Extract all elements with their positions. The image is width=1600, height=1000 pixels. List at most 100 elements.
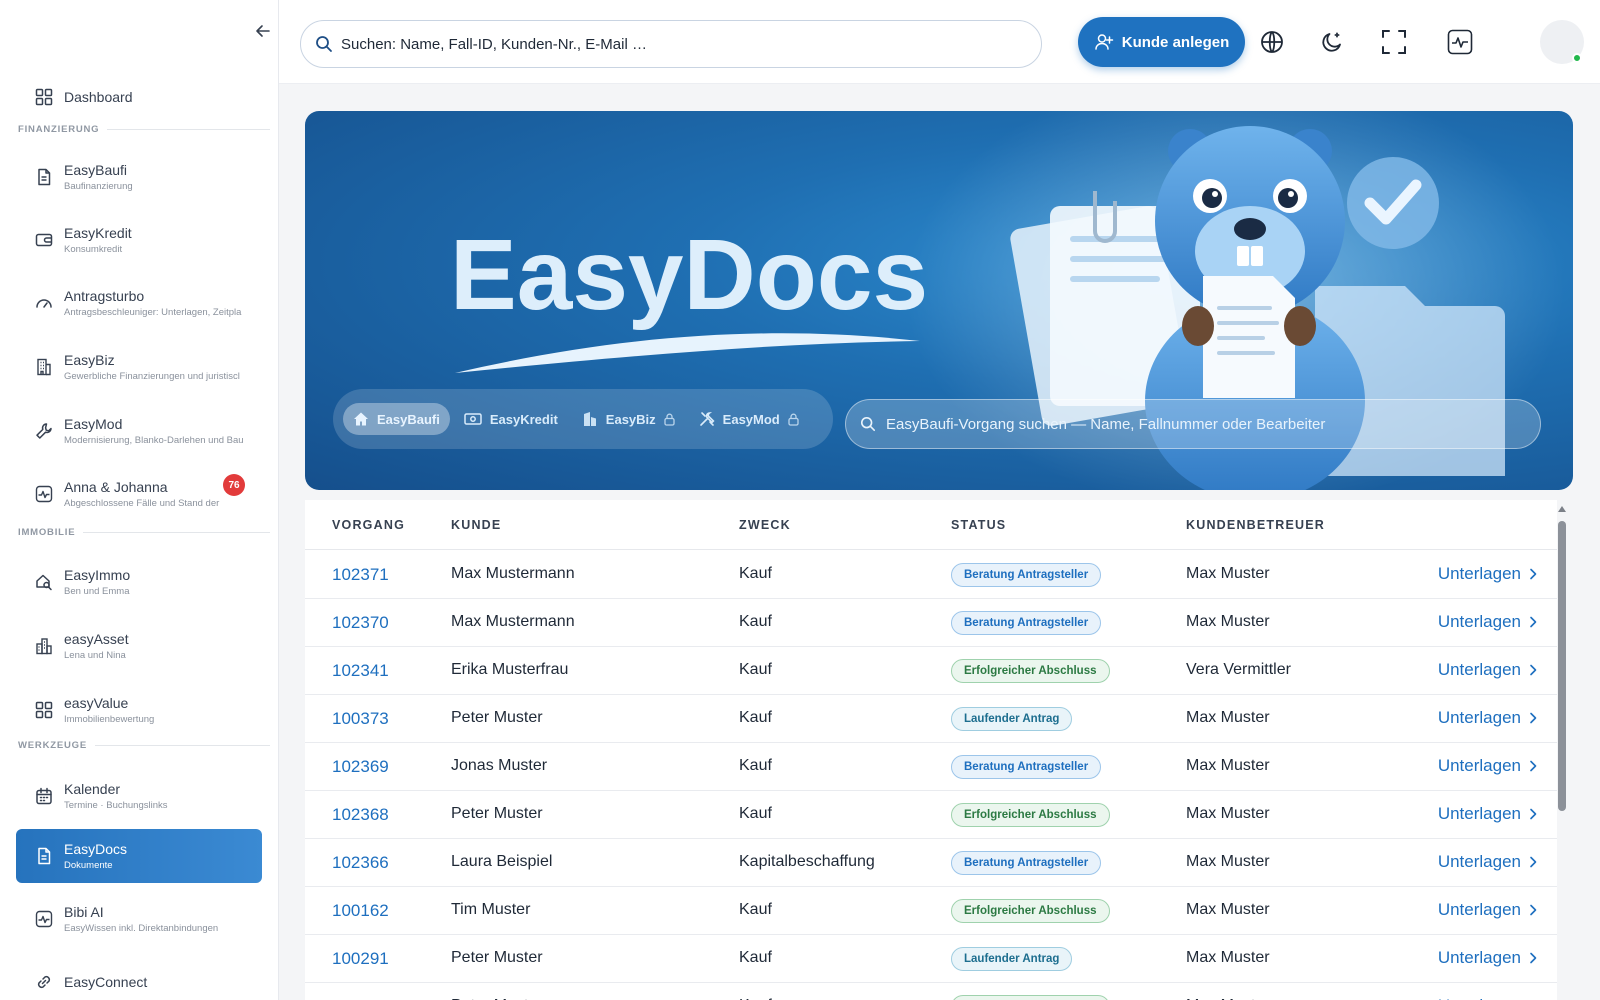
product-tab-easykredit[interactable]: EasyKredit: [454, 403, 568, 435]
table-row[interactable]: 102371 Max Mustermann Kauf Beratung Antrags…: [305, 551, 1557, 599]
advisor-name: Max Muster: [1186, 613, 1270, 630]
sidebar-item-label: Dashboard: [64, 88, 133, 105]
chevron-right-icon: [1530, 952, 1537, 964]
sidebar-item-easybiz[interactable]: EasyBiz Gewerbliche Finanzierungen und ju…: [16, 340, 262, 394]
case-id-link[interactable]: 100162: [332, 901, 389, 921]
sidebar-item-label: Kalender: [64, 780, 121, 797]
column-header[interactable]: VORGANG: [332, 518, 405, 532]
sidebar-item-subtitle: Ben und Emma: [64, 585, 130, 597]
table-row[interactable]: 102341 Erika Musterfrau Kauf Erfolgreicher …: [305, 647, 1557, 695]
sidebar-item-easyimmo[interactable]: EasyImmo Ben und Emma: [16, 555, 262, 609]
sidebar-item-label: EasyDocs: [64, 840, 128, 857]
search-input[interactable]: [341, 35, 1021, 53]
documents-link[interactable]: Unterlagen: [1438, 708, 1537, 728]
customer-name: Erika Musterfrau: [451, 661, 569, 678]
documents-link[interactable]: Unterlagen: [1438, 564, 1537, 584]
sidebar-item-easymod[interactable]: EasyMod Modernisierung, Blanko-Darlehen u…: [16, 404, 262, 458]
documents-link[interactable]: Unterlagen: [1438, 996, 1537, 1000]
sidebar-item-label: EasyBiz: [64, 351, 115, 368]
global-search[interactable]: [300, 20, 1042, 68]
collapse-sidebar-button[interactable]: [252, 20, 274, 42]
case-id-link[interactable]: 102366: [332, 853, 389, 873]
advisor-name: Max Muster: [1186, 757, 1270, 774]
product-tab-label: EasyKredit: [489, 411, 558, 427]
scroll-up-arrow[interactable]: [1556, 505, 1568, 515]
table-row[interactable]: 100162 Tim Muster Kauf Erfolgreicher Abschl…: [305, 887, 1557, 935]
documents-link[interactable]: Unterlagen: [1438, 900, 1537, 920]
case-search[interactable]: [845, 399, 1541, 449]
case-id-link[interactable]: 102371: [332, 565, 389, 585]
advisor-name: Max Muster: [1186, 853, 1270, 870]
documents-link[interactable]: Unterlagen: [1438, 612, 1537, 632]
case-id-link[interactable]: 100291: [332, 949, 389, 969]
documents-link-label: Unterlagen: [1437, 612, 1521, 631]
product-tab-label: EasyBiz: [605, 411, 656, 427]
case-search-input[interactable]: [886, 415, 1526, 433]
sidebar-item-subtitle: Abgeschlossene Fälle und Stand der: [64, 497, 220, 509]
sidebar-item-easyconnect[interactable]: EasyConnect: [16, 955, 262, 1000]
table-row[interactable]: 100291 Peter Muster Kauf Laufender Antrag Ma…: [305, 935, 1557, 983]
language-button[interactable]: [1258, 28, 1286, 56]
sidebar-item-easykredit[interactable]: EasyKredit Konsumkredit: [16, 213, 262, 267]
product-tab-easymod[interactable]: EasyMod: [689, 403, 809, 435]
product-tab-easybaufi[interactable]: EasyBaufi: [343, 403, 450, 435]
sidebar-item-kalender[interactable]: Kalender Termine · Buchungslinks: [16, 769, 262, 823]
sidebar-item-subtitle: Lena und Nina: [64, 649, 126, 661]
fullscreen-button[interactable]: [1380, 28, 1408, 56]
chevron-right-icon: [1530, 616, 1537, 628]
product-tab-label: EasyBaufi: [377, 411, 440, 427]
documents-link-label: Unterlagen: [1437, 948, 1521, 967]
status-badge: Beratung Antragsteller: [951, 755, 1102, 779]
scrollbar-thumb[interactable]: [1558, 521, 1566, 811]
sidebar-item-easybaufi[interactable]: EasyBaufi Baufinanzierung: [16, 150, 262, 204]
advisor-name: Max Muster: [1186, 565, 1270, 582]
case-id-link[interactable]: 102369: [332, 757, 389, 777]
purpose: Kapitalbeschaffung: [739, 853, 875, 870]
customer-name: Peter Muster: [451, 805, 543, 822]
sidebar-item-dashboard[interactable]: Dashboard: [16, 70, 262, 124]
product-tab-easybiz[interactable]: EasyBiz: [572, 403, 685, 435]
table-row[interactable]: 102369 Jonas Muster Kauf Beratung Antragste…: [305, 743, 1557, 791]
documents-link[interactable]: Unterlagen: [1438, 660, 1537, 680]
sidebar: Dashboard FINANZIERUNG EasyBaufi Baufinan…: [0, 0, 279, 1000]
activity-button[interactable]: [1446, 28, 1474, 56]
sidebar-item-easyasset[interactable]: easyAsset Lena und Nina: [16, 619, 262, 673]
documents-link[interactable]: Unterlagen: [1438, 756, 1537, 776]
column-header[interactable]: STATUS: [951, 518, 1006, 532]
document-icon: [34, 167, 54, 187]
status-badge: Laufender Antrag: [951, 707, 1073, 731]
table-row[interactable]: 102367Peter MusterKaufErfolgreicher Absc…: [305, 983, 1557, 1000]
home-icon: [354, 412, 368, 426]
sidebar-item-easyvalue[interactable]: easyValue Immobilienbewertung: [16, 683, 262, 737]
case-id-link[interactable]: 102370: [332, 613, 389, 633]
table-scrollbar[interactable]: [1556, 505, 1568, 1000]
sidebar-item-antragsturbo[interactable]: Antragsturbo Antragsbeschleuniger: Unterl…: [16, 276, 262, 330]
banner-logo-text: EasyDocs: [450, 219, 928, 331]
gauge-icon: [34, 293, 54, 313]
documents-link[interactable]: Unterlagen: [1438, 852, 1537, 872]
sidebar-item-easydocs[interactable]: EasyDocs Dokumente: [16, 829, 262, 883]
sidebar-item-label: Anna & Johanna: [64, 478, 168, 495]
theme-toggle-button[interactable]: [1318, 28, 1346, 56]
table-row[interactable]: 100373 Peter Muster Kauf Laufender Antrag Ma…: [305, 695, 1557, 743]
documents-link[interactable]: Unterlagen: [1438, 804, 1537, 824]
column-header[interactable]: KUNDE: [451, 518, 501, 532]
table-row[interactable]: 102368 Peter Muster Kauf Erfolgreicher Absc…: [305, 791, 1557, 839]
column-header[interactable]: ZWECK: [739, 518, 791, 532]
column-header[interactable]: KUNDENBETREUER: [1186, 518, 1325, 532]
activity-icon: [34, 909, 54, 929]
sidebar-item-anna-johanna[interactable]: Anna & Johanna Abgeschlossene Fälle und S…: [16, 467, 262, 521]
table-row[interactable]: 102366 Laura Beispiel Kapitalbeschaffung Be…: [305, 839, 1557, 887]
sidebar-item-bibi-ai[interactable]: Bibi AI EasyWissen inkl. Direktanbindunge…: [16, 892, 262, 946]
case-id-link[interactable]: 102341: [332, 661, 389, 681]
case-id-link[interactable]: 100373: [332, 709, 389, 729]
create-customer-button[interactable]: Kunde anlegen: [1078, 17, 1245, 67]
link-icon: [34, 972, 54, 992]
table-row[interactable]: 102370 Max Mustermann Kauf Beratung Antrags…: [305, 599, 1557, 647]
documents-link-label: Unterlagen: [1438, 996, 1521, 1000]
documents-link[interactable]: Unterlagen: [1438, 948, 1537, 968]
sidebar-item-subtitle: Gewerbliche Finanzierungen und juristisc…: [64, 370, 240, 382]
case-id-link[interactable]: 102368: [332, 805, 389, 825]
calendar-icon: [34, 786, 54, 806]
customer-name: Laura Beispiel: [451, 853, 553, 870]
